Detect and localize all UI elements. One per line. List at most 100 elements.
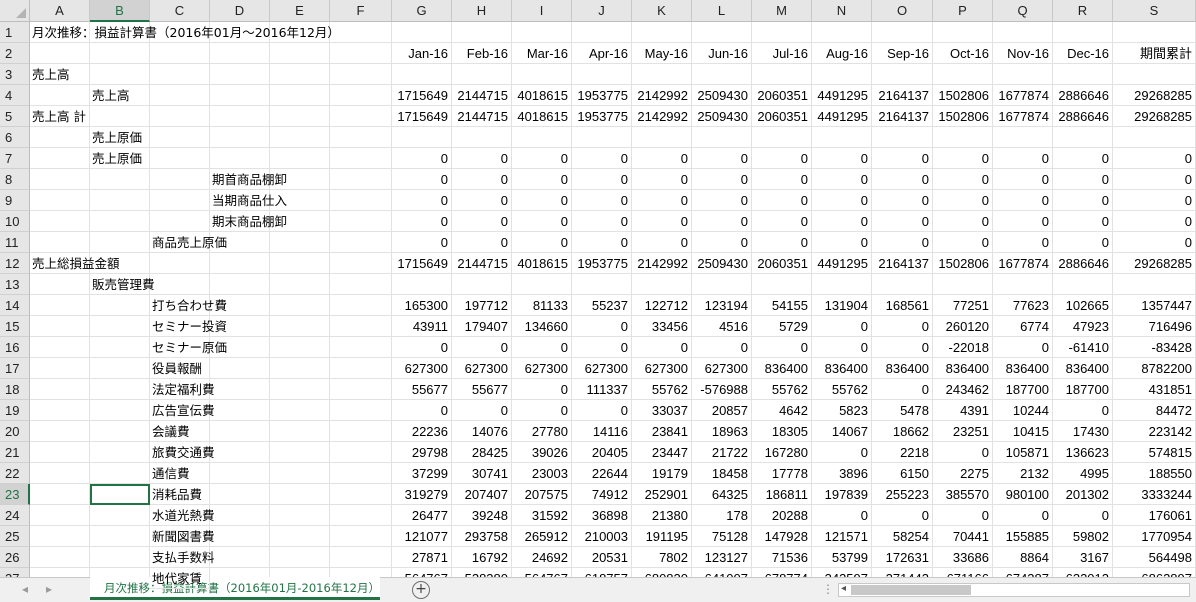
cell-c17[interactable]: 役員報酬 xyxy=(150,358,210,379)
cell-c16[interactable]: セミナー原価 xyxy=(150,337,227,358)
cell-s18[interactable]: 431851 xyxy=(1113,379,1196,400)
row-header-21[interactable]: 21 xyxy=(0,442,30,463)
cell-e26[interactable] xyxy=(270,547,330,568)
cell-o24[interactable]: 0 xyxy=(872,505,933,526)
cell-e19[interactable] xyxy=(270,400,330,421)
cell-n19[interactable]: 5823 xyxy=(812,400,872,421)
cell-m13[interactable] xyxy=(752,274,812,295)
cell-j21[interactable]: 20405 xyxy=(572,442,632,463)
cell-n14[interactable]: 131904 xyxy=(812,295,872,316)
cell-l13[interactable] xyxy=(692,274,752,295)
cell-b4[interactable]: 売上高 xyxy=(90,85,150,106)
cell-o26[interactable]: 172631 xyxy=(872,547,933,568)
cell-g7[interactable]: 0 xyxy=(392,148,452,169)
cell-q5[interactable]: 1677874 xyxy=(993,106,1053,127)
cell-e13[interactable] xyxy=(270,274,330,295)
cell-s17[interactable]: 8782200 xyxy=(1113,358,1196,379)
cell-q12[interactable]: 1677874 xyxy=(993,253,1053,274)
cell-l22[interactable]: 18458 xyxy=(692,463,752,484)
cell-e16[interactable] xyxy=(270,337,330,358)
cell-r1[interactable] xyxy=(1053,22,1113,43)
cell-p21[interactable]: 0 xyxy=(933,442,993,463)
cell-m11[interactable]: 0 xyxy=(752,232,812,253)
cell-n21[interactable]: 0 xyxy=(812,442,872,463)
cell-d6[interactable] xyxy=(210,127,270,148)
cell-d13[interactable] xyxy=(210,274,270,295)
cell-j24[interactable]: 36898 xyxy=(572,505,632,526)
row-header-15[interactable]: 15 xyxy=(0,316,30,337)
cell-f4[interactable] xyxy=(330,85,392,106)
cell-j11[interactable]: 0 xyxy=(572,232,632,253)
cell-g12[interactable]: 1715649 xyxy=(392,253,452,274)
cell-i24[interactable]: 31592 xyxy=(512,505,572,526)
cell-q4[interactable]: 1677874 xyxy=(993,85,1053,106)
cell-a4[interactable] xyxy=(30,85,90,106)
cell-l26[interactable]: 123127 xyxy=(692,547,752,568)
cell-r17[interactable]: 836400 xyxy=(1053,358,1113,379)
column-header-q[interactable]: Q xyxy=(993,0,1053,22)
cell-e11[interactable] xyxy=(270,232,330,253)
cell-s1[interactable] xyxy=(1113,22,1196,43)
cell-d25[interactable] xyxy=(210,526,270,547)
row-header-4[interactable]: 4 xyxy=(0,85,30,106)
cell-r10[interactable]: 0 xyxy=(1053,211,1113,232)
cell-o18[interactable]: 0 xyxy=(872,379,933,400)
cell-h26[interactable]: 16792 xyxy=(452,547,512,568)
cell-k22[interactable]: 19179 xyxy=(632,463,692,484)
cell-f3[interactable] xyxy=(330,64,392,85)
cell-a2[interactable] xyxy=(30,43,90,64)
cell-h19[interactable]: 0 xyxy=(452,400,512,421)
cell-q25[interactable]: 155885 xyxy=(993,526,1053,547)
cell-e25[interactable] xyxy=(270,526,330,547)
cell-h23[interactable]: 207407 xyxy=(452,484,512,505)
cell-c7[interactable] xyxy=(150,148,210,169)
column-header-g[interactable]: G xyxy=(392,0,452,22)
cell-p16[interactable]: -22018 xyxy=(933,337,993,358)
cell-s20[interactable]: 223142 xyxy=(1113,421,1196,442)
cell-q17[interactable]: 836400 xyxy=(993,358,1053,379)
cell-p22[interactable]: 2275 xyxy=(933,463,993,484)
cell-h9[interactable]: 0 xyxy=(452,190,512,211)
cell-b14[interactable] xyxy=(90,295,150,316)
cell-e14[interactable] xyxy=(270,295,330,316)
cell-r4[interactable]: 2886646 xyxy=(1053,85,1113,106)
cell-l24[interactable]: 178 xyxy=(692,505,752,526)
cell-s21[interactable]: 574815 xyxy=(1113,442,1196,463)
cell-q13[interactable] xyxy=(993,274,1053,295)
cell-i12[interactable]: 4018615 xyxy=(512,253,572,274)
cell-o5[interactable]: 2164137 xyxy=(872,106,933,127)
cell-k24[interactable]: 21380 xyxy=(632,505,692,526)
cell-o2[interactable]: Sep-16 xyxy=(872,43,933,64)
cell-p14[interactable]: 77251 xyxy=(933,295,993,316)
cell-o25[interactable]: 58254 xyxy=(872,526,933,547)
cell-c22[interactable]: 通信費 xyxy=(150,463,210,484)
cell-i19[interactable]: 0 xyxy=(512,400,572,421)
cell-m5[interactable]: 2060351 xyxy=(752,106,812,127)
cell-j26[interactable]: 20531 xyxy=(572,547,632,568)
cell-r7[interactable]: 0 xyxy=(1053,148,1113,169)
cell-o15[interactable]: 0 xyxy=(872,316,933,337)
row-header-23[interactable]: 23 xyxy=(0,484,30,505)
cell-s16[interactable]: -83428 xyxy=(1113,337,1196,358)
cell-o8[interactable]: 0 xyxy=(872,169,933,190)
cell-n1[interactable] xyxy=(812,22,872,43)
cell-h13[interactable] xyxy=(452,274,512,295)
cell-h24[interactable]: 39248 xyxy=(452,505,512,526)
cell-e7[interactable] xyxy=(270,148,330,169)
cell-q2[interactable]: Nov-16 xyxy=(993,43,1053,64)
cell-q3[interactable] xyxy=(993,64,1053,85)
cell-r22[interactable]: 4995 xyxy=(1053,463,1113,484)
column-header-n[interactable]: N xyxy=(812,0,872,22)
cell-a26[interactable] xyxy=(30,547,90,568)
cell-c25[interactable]: 新聞図書費 xyxy=(150,526,215,547)
cell-q18[interactable]: 187700 xyxy=(993,379,1053,400)
cell-a20[interactable] xyxy=(30,421,90,442)
cell-a25[interactable] xyxy=(30,526,90,547)
cell-n13[interactable] xyxy=(812,274,872,295)
cell-k9[interactable]: 0 xyxy=(632,190,692,211)
cell-m23[interactable]: 186811 xyxy=(752,484,812,505)
cell-s5[interactable]: 29268285 xyxy=(1113,106,1196,127)
sheet-tab-active[interactable]: 月次推移：損益計算書（2016年01月-2016年12月）（ xyxy=(90,577,380,600)
cell-j16[interactable]: 0 xyxy=(572,337,632,358)
cell-p26[interactable]: 33686 xyxy=(933,547,993,568)
